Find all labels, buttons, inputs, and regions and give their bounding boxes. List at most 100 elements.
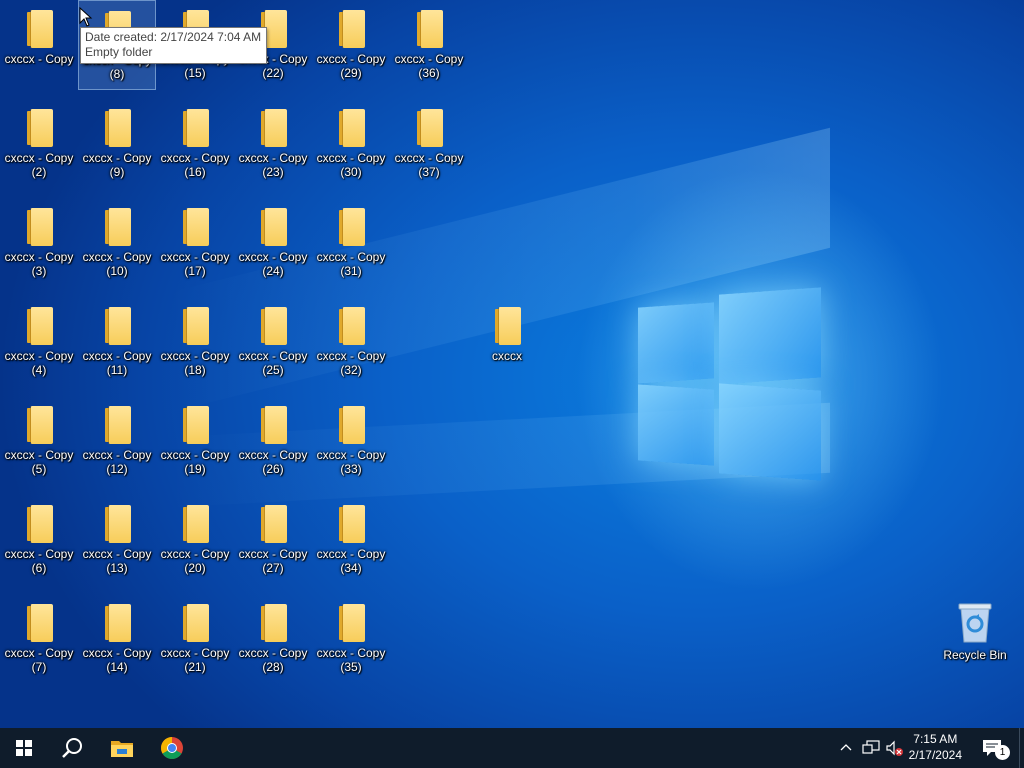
desktop-folder[interactable]: cxccx - Copy (29) [312, 0, 390, 90]
folder-icon [25, 604, 53, 642]
folder-icon [259, 604, 287, 642]
folder-icon [337, 604, 365, 642]
desktop-folder[interactable]: cxccx - Copy (6) [0, 495, 78, 585]
desktop-folder[interactable]: cxccx [468, 297, 546, 387]
folder-label-number: (19) [184, 462, 206, 476]
desktop-folder[interactable]: cxccx - Copy (30) [312, 99, 390, 189]
desktop-folder[interactable]: cxccx - Copy (18) [156, 297, 234, 387]
folder-label: cxccx - Copy [238, 250, 308, 264]
desktop-folder[interactable]: cxccx - Copy (13) [78, 495, 156, 585]
folder-label-number: (3) [31, 264, 47, 278]
desktop-folder[interactable]: cxccx - Copy (26) [234, 396, 312, 486]
folder-label-number: (24) [262, 264, 284, 278]
folder-label-number: (34) [340, 561, 362, 575]
desktop-folder[interactable]: cxccx - Copy (10) [78, 198, 156, 288]
folder-label-number: (11) [106, 363, 128, 377]
desktop-folder[interactable]: cxccx - Copy (4) [0, 297, 78, 387]
desktop-folder[interactable]: cxccx - Copy (19) [156, 396, 234, 486]
chrome-icon [161, 737, 183, 759]
folder-label: cxccx - Copy [160, 646, 230, 660]
desktop-folder[interactable]: cxccx - Copy (36) [390, 0, 468, 90]
desktop-folder[interactable]: cxccx - Copy (32) [312, 297, 390, 387]
desktop-folder[interactable]: cxccx - Copy (35) [312, 594, 390, 684]
show-desktop-button[interactable] [1019, 728, 1024, 768]
search-button[interactable] [48, 728, 96, 768]
clock-time: 7:15 AM [913, 732, 958, 746]
volume-muted-icon[interactable] [886, 740, 906, 758]
folder-label-number: (35) [340, 660, 362, 674]
folder-icon [259, 109, 287, 147]
folder-icon [415, 10, 443, 48]
folder-icon [25, 109, 53, 147]
folder-icon [337, 307, 365, 345]
folder-icon [181, 109, 209, 147]
desktop-folder[interactable]: cxccx - Copy (14) [78, 594, 156, 684]
folder-label-number: (10) [106, 264, 128, 278]
chrome-button[interactable] [148, 728, 196, 768]
folder-label: cxccx - Copy [316, 349, 386, 363]
recycle-bin[interactable]: Recycle Bin [942, 600, 1008, 672]
folder-label-number: (36) [418, 66, 440, 80]
tooltip-description: Empty folder [85, 45, 153, 59]
folder-label-number: (22) [262, 66, 284, 80]
desktop-folder[interactable]: cxccx - Copy (2) [0, 99, 78, 189]
clock-date: 2/17/2024 [908, 748, 962, 762]
network-icon[interactable] [862, 740, 880, 756]
file-explorer-icon [111, 741, 133, 757]
desktop-folder[interactable]: cxccx - Copy (33) [312, 396, 390, 486]
recycle-bin-icon [958, 603, 992, 643]
folder-label-number: (29) [340, 66, 362, 80]
desktop-folder[interactable]: cxccx - Copy (20) [156, 495, 234, 585]
folder-label-number: (9) [109, 165, 125, 179]
desktop-folder[interactable]: cxccx - Copy (34) [312, 495, 390, 585]
folder-label-number: (37) [418, 165, 440, 179]
desktop-folder[interactable]: cxccx - Copy [0, 0, 78, 90]
folder-label: cxccx - Copy [238, 151, 308, 165]
folder-icon [337, 109, 365, 147]
folder-icon [103, 208, 131, 246]
folder-icon [25, 208, 53, 246]
chevron-up-icon[interactable] [840, 742, 852, 752]
start-button[interactable] [0, 728, 48, 768]
folder-icon [25, 307, 53, 345]
folder-label: cxccx - Copy [4, 349, 74, 363]
folder-label: cxccx - Copy [4, 250, 74, 264]
folder-label: cxccx - Copy [4, 448, 74, 462]
desktop-folder[interactable]: cxccx - Copy (16) [156, 99, 234, 189]
desktop-folder[interactable]: cxccx - Copy (23) [234, 99, 312, 189]
desktop-folder[interactable]: cxccx - Copy (21) [156, 594, 234, 684]
windows-start-icon [16, 740, 32, 756]
folder-label: cxccx - Copy [4, 52, 74, 66]
folder-label-number: (21) [184, 660, 206, 674]
folder-icon [259, 208, 287, 246]
file-explorer-button[interactable] [98, 728, 146, 768]
desktop-folder[interactable]: cxccx - Copy (31) [312, 198, 390, 288]
desktop-folder[interactable]: cxccx - Copy (12) [78, 396, 156, 486]
desktop-folder[interactable]: cxccx - Copy (9) [78, 99, 156, 189]
desktop-folder[interactable]: cxccx - Copy (17) [156, 198, 234, 288]
desktop-folder[interactable]: cxccx - Copy (3) [0, 198, 78, 288]
folder-label-number: (33) [340, 462, 362, 476]
folder-label: cxccx - Copy [82, 151, 152, 165]
desktop-folder[interactable]: cxccx - Copy (27) [234, 495, 312, 585]
folder-label-number: (16) [184, 165, 206, 179]
folder-label-number: (5) [31, 462, 47, 476]
desktop-folder[interactable]: cxccx - Copy (11) [78, 297, 156, 387]
folder-label: cxccx - Copy [316, 250, 386, 264]
folder-icon [25, 10, 53, 48]
folder-icon [25, 406, 53, 444]
folder-label: cxccx - Copy [82, 646, 152, 660]
folder-icon [337, 208, 365, 246]
desktop-folder[interactable]: cxccx - Copy (24) [234, 198, 312, 288]
folder-label: cxccx [492, 349, 522, 363]
folder-icon [103, 109, 131, 147]
clock[interactable]: 7:15 AM 2/17/2024 [909, 731, 962, 763]
folder-icon [493, 307, 521, 345]
folder-label-number: (28) [262, 660, 284, 674]
desktop-folder[interactable]: cxccx - Copy (37) [390, 99, 468, 189]
desktop-folder[interactable]: cxccx - Copy (5) [0, 396, 78, 486]
folder-label: cxccx - Copy [4, 646, 74, 660]
desktop-folder[interactable]: cxccx - Copy (7) [0, 594, 78, 684]
desktop-folder[interactable]: cxccx - Copy (28) [234, 594, 312, 684]
desktop-folder[interactable]: cxccx - Copy (25) [234, 297, 312, 387]
